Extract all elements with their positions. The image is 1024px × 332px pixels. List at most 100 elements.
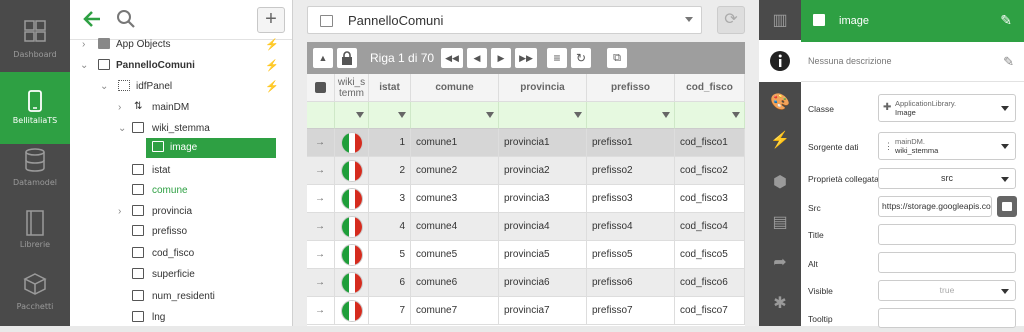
col-header-prefisso[interactable]: prefisso [587, 74, 675, 102]
back-arrow-icon[interactable] [82, 9, 102, 29]
row-arrow-icon[interactable]: → [307, 213, 335, 240]
filter-cell-comune[interactable] [411, 102, 499, 129]
cube-icon[interactable]: ⬢ [770, 172, 790, 192]
prop-label: Sorgente dati [808, 142, 859, 152]
col-header-cod-fisco[interactable]: cod_fisco [675, 74, 745, 102]
cell-prefisso: prefisso5 [587, 241, 675, 268]
lock-button[interactable] [337, 48, 357, 68]
open-external-button[interactable]: ⧉ [607, 48, 627, 68]
cell-comune: comune6 [411, 269, 499, 296]
table-row[interactable]: → 7 comune7 provincia7 prefisso7 cod_fisco7 [307, 297, 745, 325]
visible-select[interactable]: true [878, 280, 1016, 301]
chevron-down-icon [1001, 288, 1009, 294]
cell-prefisso: prefisso7 [587, 297, 675, 324]
classe-value-line2: Image [895, 108, 916, 117]
tree-row-istat[interactable]: istat [70, 161, 285, 181]
select-all-checkbox[interactable] [307, 74, 335, 102]
italy-flag-icon [341, 272, 363, 294]
row-arrow-icon[interactable]: → [307, 157, 335, 184]
row-arrow-icon[interactable]: → [307, 241, 335, 268]
tree-row-pannellocomuni[interactable]: ⌄ PannelloComuni ⚡ [70, 56, 285, 76]
nav-dashboard[interactable]: Dashboard [0, 0, 70, 72]
table-row[interactable]: → 2 comune2 provincia2 prefisso2 cod_fisco2 [307, 157, 745, 185]
share-icon[interactable]: ➦ [770, 252, 790, 272]
tree-row-comune[interactable]: comune [70, 181, 285, 201]
last-page-button[interactable]: ▶▶ [515, 48, 537, 68]
add-button[interactable]: + [257, 7, 285, 33]
row-arrow-icon[interactable]: → [307, 297, 335, 324]
cell-prefisso: prefisso6 [587, 269, 675, 296]
puzzle-icon: ✚ [883, 102, 892, 113]
filter-cell-cod-fisco[interactable] [675, 102, 745, 129]
nav-bellitaliats[interactable]: BellitaliaTS [0, 72, 70, 144]
filter-cell-prefisso[interactable] [587, 102, 675, 129]
search-icon[interactable] [116, 9, 136, 29]
tree-row-lng[interactable]: lng [70, 308, 285, 328]
cell-comune: comune5 [411, 241, 499, 268]
col-header-provincia[interactable]: provincia [499, 74, 587, 102]
prev-page-button[interactable]: ◀ [467, 48, 487, 68]
link-icon: ⚡ [265, 60, 279, 72]
filter-cell-wiki[interactable] [335, 102, 369, 129]
prop-classe: Classe ✚ ApplicationLibrary. Image [801, 92, 1024, 122]
filter-cell-istat[interactable] [369, 102, 411, 129]
src-input[interactable]: https://storage.googleapis.co [878, 196, 992, 217]
image-icon [152, 141, 164, 152]
tree-row-superficie[interactable]: superficie [70, 265, 285, 285]
tree-row-image[interactable]: image [146, 138, 276, 158]
info-tab[interactable] [759, 40, 801, 82]
table-row[interactable]: → 4 comune4 provincia4 prefisso4 cod_fisco4 [307, 213, 745, 241]
edit-icon[interactable]: ✎ [1000, 12, 1012, 29]
table-row[interactable]: → 5 comune5 provincia5 prefisso5 cod_fisco5 [307, 241, 745, 269]
filter-icon [486, 112, 494, 118]
col-header-istat[interactable]: istat [369, 74, 411, 102]
next-page-button[interactable]: ▶ [491, 48, 511, 68]
chevron-right-icon: › [82, 39, 86, 50]
bug-icon[interactable]: ✱ [770, 293, 790, 313]
col-header-wiki-stemma[interactable]: wiki_s temm [335, 74, 369, 102]
panel-select[interactable]: PannelloComuni [307, 6, 702, 34]
layout-icon[interactable]: ▥ [770, 10, 790, 30]
row-arrow-icon[interactable]: → [307, 185, 335, 212]
tree-row-cod-fisco[interactable]: cod_fisco [70, 244, 285, 264]
tree-row-prefisso[interactable]: prefisso [70, 222, 285, 242]
list-button[interactable]: ≡ [547, 48, 567, 68]
tree-row-app-objects[interactable]: › App Objects ⚡ [70, 35, 285, 55]
palette-icon[interactable]: 🎨 [770, 92, 790, 112]
classe-select[interactable]: ✚ ApplicationLibrary. Image [878, 94, 1016, 122]
package-icon [23, 273, 47, 295]
row-arrow-icon[interactable]: → [307, 129, 335, 156]
filter-icon [662, 112, 670, 118]
description-row[interactable]: Nessuna descrizione ✎ [801, 42, 1024, 82]
filter-cell-provincia[interactable] [499, 102, 587, 129]
tree-row-num-residenti[interactable]: num_residenti [70, 287, 285, 307]
col-header-comune[interactable]: comune [411, 74, 499, 102]
properties-title: image [839, 15, 869, 27]
edit-icon[interactable]: ✎ [1003, 54, 1014, 70]
nav-pacchetti[interactable]: Pacchetti [0, 260, 70, 332]
tooltip-input[interactable] [878, 308, 1016, 328]
tree-row-wiki-stemma[interactable]: ⌄ wiki_stemma [70, 119, 285, 139]
book-icon[interactable]: ▤ [770, 212, 790, 232]
lightning-icon[interactable]: ⚡ [770, 130, 790, 150]
reload-button[interactable]: ↻ [571, 48, 591, 68]
first-page-button[interactable]: ◀◀ [441, 48, 463, 68]
tree-row-maindm[interactable]: › ⇅ mainDM [70, 98, 285, 118]
sorgente-select[interactable]: ⋮ mainDM. wiki_stemma [878, 132, 1016, 160]
collapse-up-button[interactable]: ▲ [313, 48, 333, 68]
row-arrow-icon[interactable]: → [307, 269, 335, 296]
refresh-button[interactable]: ⟳ [717, 6, 745, 34]
tree-row-provincia[interactable]: › provincia [70, 202, 285, 222]
image-picker-button[interactable] [997, 196, 1017, 217]
table-row[interactable]: → 1 comune1 provincia1 prefisso1 cod_fisco1 [307, 129, 745, 157]
database-icon [25, 148, 45, 172]
tree-row-label: lng [152, 312, 166, 323]
table-row[interactable]: → 3 comune3 provincia3 prefisso3 cod_fisco3 [307, 185, 745, 213]
cell-prefisso: prefisso3 [587, 185, 675, 212]
alt-input[interactable] [878, 252, 1016, 273]
data-grid: wiki_s temm istat comune provincia prefi… [307, 74, 745, 326]
table-row[interactable]: → 6 comune6 provincia6 prefisso6 cod_fisco6 [307, 269, 745, 297]
proprieta-select[interactable]: src [878, 168, 1016, 189]
tree-row-idfpanel[interactable]: ⌄ idfPanel ⚡ [70, 77, 285, 97]
title-input[interactable] [878, 224, 1016, 245]
